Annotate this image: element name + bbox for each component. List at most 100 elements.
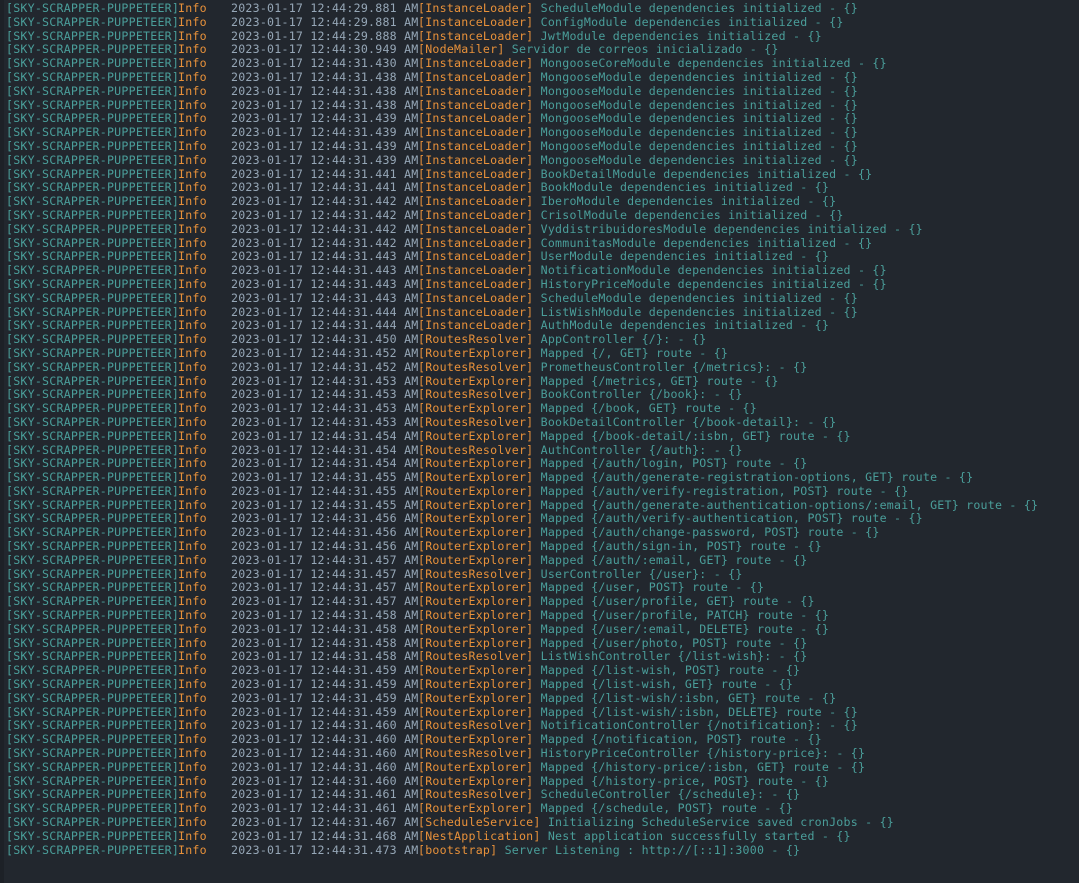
log-timestamp: 2023-01-17 12:44:31.458 AM: [231, 621, 419, 636]
log-level: Info: [178, 207, 207, 222]
log-timestamp: 2023-01-17 12:44:31.442 AM: [231, 235, 419, 250]
log-level: Info: [178, 511, 207, 526]
log-message: AuthModule dependencies initialized - {}: [540, 318, 830, 333]
log-separator: [533, 56, 540, 70]
log-app-prefix: [SKY-SCRAPPER-PUPPETEER]: [6, 552, 180, 567]
log-context-tag: [InstanceLoader]: [418, 97, 534, 112]
log-message: HistoryPriceModule dependencies initiali…: [540, 276, 887, 291]
log-line: [SKY-SCRAPPER-PUPPETEER]Info 2023-01-17 1…: [0, 497, 1079, 513]
log-message: NotificationController {/notification}: …: [540, 718, 858, 733]
log-level: Info: [178, 525, 207, 540]
log-message: ListWishModule dependencies initialized …: [540, 304, 858, 319]
log-timestamp: 2023-01-17 12:44:31.453 AM: [231, 401, 419, 416]
log-context-tag: [NestApplication]: [418, 828, 541, 843]
log-context-tag: [RouterExplorer]: [418, 773, 534, 788]
log-timestamp: 2023-01-17 12:44:31.453 AM: [231, 414, 419, 429]
log-separator: [533, 705, 540, 719]
log-separator: [533, 443, 540, 457]
log-context-tag: [InstanceLoader]: [418, 138, 534, 153]
log-separator: [533, 125, 540, 139]
log-message: ScheduleController {/schedule}: - {}: [540, 787, 801, 802]
log-app-prefix: [SKY-SCRAPPER-PUPPETEER]: [6, 815, 180, 830]
log-line: [SKY-SCRAPPER-PUPPETEER]Info 2023-01-17 1…: [0, 663, 1079, 678]
log-level: Info: [178, 759, 207, 774]
log-context-tag: [InstanceLoader]: [418, 125, 534, 140]
log-separator: [533, 222, 540, 236]
log-level: Info: [178, 801, 207, 816]
log-line: [SKY-SCRAPPER-PUPPETEER]Info 2023-01-17 1…: [0, 691, 1079, 706]
log-level: Info: [178, 1, 207, 15]
log-context-tag: [InstanceLoader]: [418, 152, 534, 167]
log-app-prefix: [SKY-SCRAPPER-PUPPETEER]: [6, 14, 180, 29]
log-line: [SKY-SCRAPPER-PUPPETEER]Info 2023-01-17 1…: [0, 801, 1079, 816]
log-separator: [533, 236, 540, 250]
log-app-prefix: [SKY-SCRAPPER-PUPPETEER]: [6, 621, 180, 636]
log-context-tag: [RouterExplorer]: [418, 732, 534, 747]
log-context-tag: [InstanceLoader]: [418, 83, 534, 98]
log-timestamp: 2023-01-17 12:44:31.455 AM: [231, 497, 419, 512]
log-timestamp: 2023-01-17 12:44:31.457 AM: [231, 594, 419, 609]
log-message: UserModule dependencies initialized - {}: [540, 249, 830, 264]
log-message: Mapped {/auth/:email, GET} route - {}: [540, 552, 808, 567]
log-separator: [533, 15, 540, 29]
log-app-prefix: [SKY-SCRAPPER-PUPPETEER]: [6, 414, 180, 429]
log-level: Info: [178, 318, 207, 333]
log-app-prefix: [SKY-SCRAPPER-PUPPETEER]: [6, 56, 180, 71]
log-separator: [533, 718, 540, 732]
log-separator: [533, 277, 540, 291]
log-level: Info: [178, 42, 207, 57]
log-level: Info: [178, 235, 207, 250]
log-message: MongooseModule dependencies initialized …: [540, 83, 858, 98]
log-level: Info: [178, 125, 207, 140]
log-context-tag: [RouterExplorer]: [418, 497, 534, 512]
log-separator: [533, 746, 540, 760]
log-message: Mapped {/auth/generate-registration-opti…: [540, 470, 974, 485]
log-message: Mapped {/auth/verify-registration, POST}…: [540, 483, 909, 498]
log-timestamp: 2023-01-17 12:44:31.439 AM: [231, 138, 419, 153]
log-level: Info: [178, 663, 207, 678]
log-context-tag: [RoutesResolver]: [418, 566, 534, 581]
log-context-tag: [RouterExplorer]: [418, 552, 534, 567]
log-separator: [533, 594, 540, 608]
log-context-tag: [InstanceLoader]: [418, 1, 534, 15]
log-separator: [533, 580, 540, 594]
log-timestamp: 2023-01-17 12:44:31.460 AM: [231, 746, 419, 761]
log-context-tag: [RoutesResolver]: [418, 332, 534, 347]
log-context-tag: [RouterExplorer]: [418, 594, 534, 609]
log-context-tag: [bootstrap]: [418, 842, 498, 857]
log-app-prefix: [SKY-SCRAPPER-PUPPETEER]: [6, 801, 180, 816]
log-message: VyddistribuidoresModule dependencies ini…: [540, 221, 923, 236]
log-separator: [533, 153, 540, 167]
log-timestamp: 2023-01-17 12:44:31.460 AM: [231, 759, 419, 774]
log-level: Info: [178, 456, 207, 471]
log-message: Server Listening : http://[::1]:3000 - {…: [504, 842, 801, 857]
log-timestamp: 2023-01-17 12:44:31.458 AM: [231, 649, 419, 664]
log-level: Info: [178, 221, 207, 236]
log-level: Info: [178, 773, 207, 788]
log-timestamp: 2023-01-17 12:44:31.460 AM: [231, 732, 419, 747]
log-context-tag: [RoutesResolver]: [418, 746, 534, 761]
log-line: [SKY-SCRAPPER-PUPPETEER]Info 2023-01-17 1…: [0, 180, 1079, 195]
log-app-prefix: [SKY-SCRAPPER-PUPPETEER]: [6, 42, 180, 57]
log-app-prefix: [SKY-SCRAPPER-PUPPETEER]: [6, 304, 180, 319]
log-app-prefix: [SKY-SCRAPPER-PUPPETEER]: [6, 166, 180, 181]
log-separator: [533, 498, 540, 512]
log-level: Info: [178, 842, 207, 857]
log-line-list: [SKY-SCRAPPER-PUPPETEER]Info 2023-01-17 1…: [0, 1, 1079, 857]
terminal-log-viewport[interactable]: [SKY-SCRAPPER-PUPPETEER]Info 2023-01-17 1…: [0, 0, 1079, 883]
log-separator: [533, 180, 540, 194]
log-message: Mapped {/auth/generate-authentication-op…: [540, 497, 1039, 512]
log-message: MongooseModule dependencies initialized …: [540, 97, 858, 112]
log-level: Info: [178, 290, 207, 305]
log-level: Info: [178, 552, 207, 567]
log-line: [SKY-SCRAPPER-PUPPETEER]Info 2023-01-17 1…: [0, 429, 1079, 444]
log-line: [SKY-SCRAPPER-PUPPETEER]Info 2023-01-17 1…: [0, 207, 1079, 223]
log-context-tag: [RouterExplorer]: [418, 663, 534, 678]
log-timestamp: 2023-01-17 12:44:31.438 AM: [231, 97, 419, 112]
log-app-prefix: [SKY-SCRAPPER-PUPPETEER]: [6, 69, 180, 84]
log-context-tag: [InstanceLoader]: [418, 111, 534, 126]
log-app-prefix: [SKY-SCRAPPER-PUPPETEER]: [6, 759, 180, 774]
log-separator: [533, 801, 540, 815]
log-separator: [533, 249, 540, 263]
log-separator: [533, 305, 540, 319]
